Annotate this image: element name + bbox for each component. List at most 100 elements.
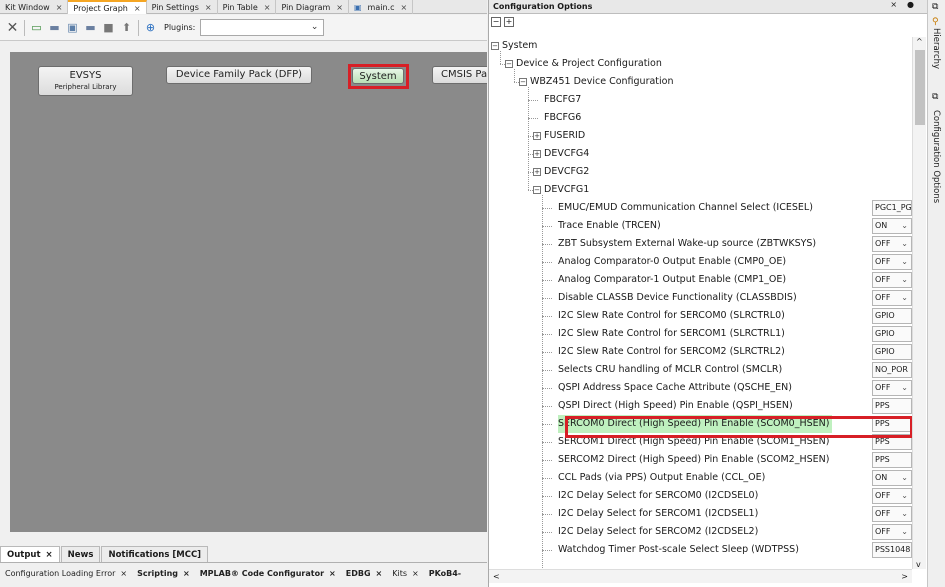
collapse-all-icon[interactable]: − <box>491 17 501 27</box>
value-field[interactable]: GPIO <box>872 308 912 324</box>
tab-pin-table[interactable]: Pin Table × <box>218 0 277 14</box>
tab-pin-settings[interactable]: Pin Settings × <box>147 0 218 14</box>
scroll-right-icon[interactable]: > <box>901 572 908 581</box>
close-icon[interactable]: × <box>329 569 336 578</box>
remove-icon[interactable]: ✕ <box>6 20 19 36</box>
value-field[interactable]: PPS <box>872 398 912 414</box>
plugins-dropdown[interactable]: ⌄ <box>200 19 325 36</box>
subtab-kits[interactable]: Kits × <box>387 566 423 582</box>
tree-row[interactable]: + DEVCFG4 <box>489 145 912 163</box>
tree-row[interactable]: EMUC/EMUD Communication Channel Select (… <box>489 199 912 217</box>
value-dropdown[interactable]: OFF ⌄ <box>872 272 912 288</box>
value-dropdown[interactable]: OFF ⌄ <box>872 488 912 504</box>
expand-icon[interactable]: + <box>533 168 541 176</box>
scroll-up-icon[interactable]: ^ <box>916 37 923 46</box>
tree-row[interactable]: Analog Comparator-0 Output Enable (CMP0_… <box>489 253 912 271</box>
node-cmsis[interactable]: CMSIS Pa <box>432 66 487 84</box>
collapse-icon[interactable]: − <box>491 42 499 50</box>
value-field[interactable]: PPS <box>872 452 912 468</box>
value-field[interactable]: PSS1048 <box>872 542 912 558</box>
up-arrow-icon[interactable]: ⬆ <box>120 21 133 34</box>
tree-row[interactable]: − System <box>489 37 912 55</box>
tree-row[interactable]: SERCOM2 Direct (High Speed) Pin Enable (… <box>489 451 912 469</box>
layout-icon[interactable]: ▬ <box>84 21 97 34</box>
tab-kit-window[interactable]: Kit Window × <box>0 0 69 14</box>
tree-row[interactable]: QSPI Direct (High Speed) Pin Enable (QSP… <box>489 397 912 415</box>
collapse-icon[interactable]: − <box>533 186 541 194</box>
collapse-icon[interactable]: − <box>519 78 527 86</box>
value-field[interactable]: NO_POR <box>872 362 912 378</box>
pin-icon[interactable]: ● <box>907 0 914 9</box>
expand-all-icon[interactable]: + <box>504 17 514 27</box>
tab-project-graph[interactable]: Project Graph × <box>68 0 147 14</box>
node-evsys[interactable]: EVSYS Peripheral Library <box>38 66 133 96</box>
tree-row[interactable]: + FUSERID <box>489 127 912 145</box>
tree-row[interactable]: QSPI Address Space Cache Attribute (QSCH… <box>489 379 912 397</box>
vertical-scrollbar[interactable]: ^ v <box>912 37 926 569</box>
image-icon[interactable]: ▣ <box>66 21 79 34</box>
close-icon[interactable]: × <box>890 0 897 9</box>
tree-row[interactable]: ZBT Subsystem External Wake-up source (Z… <box>489 235 912 253</box>
tab-notifications[interactable]: Notifications [MCC] <box>101 546 209 562</box>
tree-row[interactable]: I2C Slew Rate Control for SERCOM0 (SLRCT… <box>489 307 912 325</box>
collapse-icon[interactable]: − <box>505 60 513 68</box>
new-group-icon[interactable]: ▭ <box>30 21 43 34</box>
scroll-left-icon[interactable]: < <box>493 572 500 581</box>
close-icon[interactable]: × <box>46 550 53 560</box>
value-field[interactable]: GPIO <box>872 344 912 360</box>
node-dfp[interactable]: Device Family Pack (DFP) <box>166 66 312 84</box>
close-icon[interactable]: × <box>412 569 419 578</box>
plugin-icon[interactable]: ⊕ <box>144 21 157 34</box>
horizontal-scrollbar[interactable]: < > <box>489 569 912 583</box>
value-dropdown[interactable]: OFF ⌄ <box>872 290 912 306</box>
tree-row[interactable]: − WBZ451 Device Configuration <box>489 73 912 91</box>
value-dropdown[interactable]: OFF ⌄ <box>872 380 912 396</box>
close-icon[interactable]: × <box>400 3 407 12</box>
tree-row[interactable]: − Device & Project Configuration <box>489 55 912 73</box>
value-dropdown[interactable]: OFF ⌄ <box>872 524 912 540</box>
value-dropdown[interactable]: OFF ⌄ <box>872 236 912 252</box>
subtab-pkob4[interactable]: PKoB4- <box>424 566 466 582</box>
close-icon[interactable]: × <box>336 3 343 12</box>
close-icon[interactable]: × <box>120 569 127 578</box>
tree-row[interactable]: + DEVCFG2 <box>489 163 912 181</box>
close-icon[interactable]: × <box>56 3 63 12</box>
tree-row[interactable]: FBCFG6 <box>489 109 912 127</box>
tree-row[interactable]: Disable CLASSB Device Functionality (CLA… <box>489 289 912 307</box>
restore-icon[interactable]: ⧉ <box>932 92 938 102</box>
value-field[interactable]: GPIO <box>872 326 912 342</box>
value-dropdown[interactable]: OFF ⌄ <box>872 506 912 522</box>
expand-icon[interactable]: + <box>533 150 541 158</box>
tree-row[interactable]: − DEVCFG1 <box>489 181 912 199</box>
tree-row[interactable]: I2C Slew Rate Control for SERCOM1 (SLRCT… <box>489 325 912 343</box>
arrange-icon[interactable]: ■ <box>102 21 115 34</box>
tab-output[interactable]: Output × <box>0 546 60 562</box>
tree-row[interactable]: FBCFG7 <box>489 91 912 109</box>
value-dropdown[interactable]: ON ⌄ <box>872 470 912 486</box>
restore-icon[interactable]: ⧉ <box>932 2 938 12</box>
tree-row[interactable]: Watchdog Timer Post-scale Select Sleep (… <box>489 541 912 559</box>
subtab-scripting[interactable]: Scripting × <box>132 566 195 582</box>
close-icon[interactable]: × <box>183 569 190 578</box>
tab-news[interactable]: News <box>60 546 101 562</box>
side-tab-hierarchy[interactable]: Hierarchy <box>931 28 941 69</box>
graph-canvas[interactable]: EVSYS Peripheral Library Device Family P… <box>10 52 487 532</box>
tree-row[interactable]: I2C Delay Select for SERCOM2 (I2CDSEL2) O… <box>489 523 912 541</box>
value-dropdown[interactable]: ON ⌄ <box>872 218 912 234</box>
tree-row[interactable]: Selects CRU handling of MCLR Control (SM… <box>489 361 912 379</box>
close-icon[interactable]: × <box>205 3 212 12</box>
component-icon[interactable]: ▬ <box>48 21 61 34</box>
value-field[interactable]: PGC1_PG <box>872 200 912 216</box>
tree-row[interactable]: Analog Comparator-1 Output Enable (CMP1_… <box>489 271 912 289</box>
subtab-mcc[interactable]: MPLAB® Code Configurator × <box>195 566 341 582</box>
expand-icon[interactable]: + <box>533 132 541 140</box>
close-icon[interactable]: × <box>134 4 141 13</box>
tree-row[interactable]: I2C Slew Rate Control for SERCOM2 (SLRCT… <box>489 343 912 361</box>
tree-row[interactable]: I2C Delay Select for SERCOM0 (I2CDSEL0) O… <box>489 487 912 505</box>
value-dropdown[interactable]: OFF ⌄ <box>872 254 912 270</box>
tab-main-c[interactable]: ▣ main.c × <box>349 0 414 14</box>
close-icon[interactable]: × <box>376 569 383 578</box>
scroll-down-icon[interactable]: v <box>916 560 921 569</box>
tab-pin-diagram[interactable]: Pin Diagram × <box>276 0 349 14</box>
close-icon[interactable]: × <box>264 3 271 12</box>
